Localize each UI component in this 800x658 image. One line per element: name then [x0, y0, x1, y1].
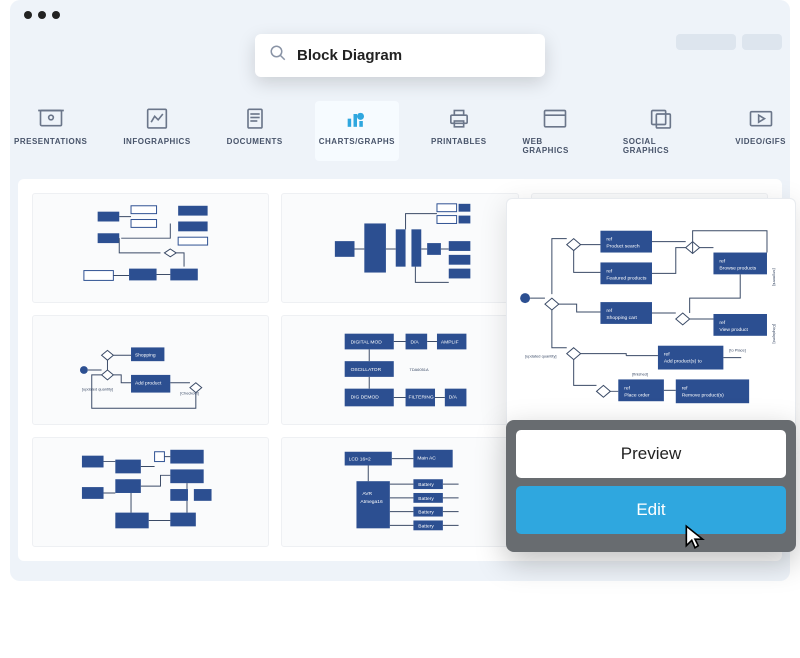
tab-printables[interactable]: PRINTABLES — [427, 101, 491, 161]
svg-text:ref: ref — [664, 352, 670, 358]
tab-label: PRESENTATIONS — [14, 137, 87, 146]
tab-label: DOCUMENTS — [227, 137, 283, 146]
svg-text:OSCILLATOR: OSCILLATOR — [351, 367, 382, 373]
search-icon — [269, 44, 287, 67]
template-thumb[interactable] — [281, 193, 518, 303]
svg-text:[segment]: [segment] — [772, 268, 777, 285]
svg-text:[updated quantity]: [updated quantity] — [525, 354, 556, 359]
infographic-icon — [143, 107, 171, 131]
web-icon — [541, 107, 569, 131]
tab-label: WEB GRAPHICS — [523, 137, 587, 155]
tab-web-graphics[interactable]: WEB GRAPHICS — [519, 101, 591, 161]
svg-text:Add product: Add product — [135, 381, 162, 387]
chart-icon — [343, 107, 371, 131]
svg-text:D/A: D/A — [449, 394, 458, 400]
svg-text:Browse products: Browse products — [719, 265, 756, 271]
tab-social-graphics[interactable]: SOCIAL GRAPHICS — [619, 101, 703, 161]
template-thumb[interactable]: DIGITAL MOD D/A AMPLIF OSCILLATOR TDA605… — [281, 315, 518, 425]
svg-text:Shopping cart: Shopping cart — [606, 315, 637, 321]
svg-text:AVR: AVR — [363, 491, 373, 497]
svg-text:[updated quantity]: [updated quantity] — [82, 387, 113, 392]
window-dot — [52, 11, 60, 19]
window-dot — [24, 11, 32, 19]
search-input[interactable] — [297, 47, 531, 64]
svg-text:ref: ref — [606, 308, 612, 314]
svg-text:Battery: Battery — [419, 523, 435, 529]
svg-text:Place order: Place order — [624, 392, 650, 398]
edit-button[interactable]: Edit — [516, 486, 786, 534]
svg-text:Atmega16: Atmega16 — [361, 499, 384, 505]
titlebar — [10, 0, 790, 30]
svg-text:Main AC: Main AC — [418, 456, 437, 462]
preview-button[interactable]: Preview — [516, 430, 786, 478]
svg-text:D/A: D/A — [411, 339, 420, 345]
svg-text:LCD 16×2: LCD 16×2 — [349, 457, 371, 463]
svg-text:View product: View product — [719, 327, 748, 333]
svg-text:[to Place]: [to Place] — [729, 348, 745, 353]
svg-text:FILTERING: FILTERING — [409, 394, 434, 400]
template-detail-preview[interactable]: refProduct search refBrowse products ref… — [506, 198, 796, 428]
svg-text:ref: ref — [682, 385, 688, 391]
cursor-icon — [682, 524, 708, 550]
presentation-icon — [37, 107, 65, 131]
template-thumb[interactable]: LCD 16×2 Main AC AVR Atmega16 Battery Batt… — [281, 437, 518, 547]
svg-text:DIG DEMOD: DIG DEMOD — [351, 394, 380, 400]
tab-label: VIDEO/GIFS — [735, 137, 786, 146]
svg-text:ref: ref — [606, 237, 612, 243]
tab-video-gifs[interactable]: VIDEO/GIFS — [731, 101, 790, 161]
video-icon — [747, 107, 775, 131]
template-thumb[interactable] — [32, 437, 269, 547]
search-box[interactable] — [255, 34, 545, 77]
svg-text:Battery: Battery — [419, 482, 435, 488]
tab-label: CHARTS/GRAPHS — [319, 137, 395, 146]
tab-presentations[interactable]: PRESENTATIONS — [10, 101, 91, 161]
tab-charts-graphs[interactable]: CHARTS/GRAPHS — [315, 101, 399, 161]
svg-text:Remove product(s): Remove product(s) — [682, 392, 724, 398]
svg-text:ref: ref — [719, 320, 725, 326]
tab-label: PRINTABLES — [431, 137, 487, 146]
template-thumb[interactable]: Shopping [updated quantity] Add product … — [32, 315, 269, 425]
svg-text:AMPLIF: AMPLIF — [441, 339, 459, 345]
svg-text:Add product(s) to: Add product(s) to — [664, 359, 702, 365]
svg-text:ref: ref — [606, 268, 612, 274]
svg-text:ref: ref — [719, 258, 725, 264]
template-thumb[interactable] — [32, 193, 269, 303]
svg-text:ref: ref — [624, 385, 630, 391]
svg-text:Battery: Battery — [419, 496, 435, 502]
window-dot — [38, 11, 46, 19]
social-icon — [647, 107, 675, 131]
svg-text:Shopping: Shopping — [135, 352, 156, 358]
tab-label: SOCIAL GRAPHICS — [623, 137, 699, 155]
svg-text:Featured products: Featured products — [606, 275, 647, 281]
svg-text:TDA6051A: TDA6051A — [410, 367, 430, 372]
tab-label: INFOGRAPHICS — [123, 137, 190, 146]
svg-text:[finished]: [finished] — [632, 371, 648, 376]
action-popover: Preview Edit — [506, 420, 796, 552]
svg-text:Battery: Battery — [419, 510, 435, 516]
category-tabs: PRESENTATIONS INFOGRAPHICS DOCUMENTS CHA… — [10, 79, 790, 179]
svg-text:[Displayed]: [Displayed] — [772, 324, 777, 344]
tab-infographics[interactable]: INFOGRAPHICS — [119, 101, 194, 161]
document-icon — [241, 107, 269, 131]
tab-documents[interactable]: DOCUMENTS — [223, 101, 287, 161]
printable-icon — [445, 107, 473, 131]
svg-text:DIGITAL MOD: DIGITAL MOD — [351, 339, 383, 345]
svg-text:Product search: Product search — [606, 244, 639, 250]
topbar — [10, 30, 790, 79]
